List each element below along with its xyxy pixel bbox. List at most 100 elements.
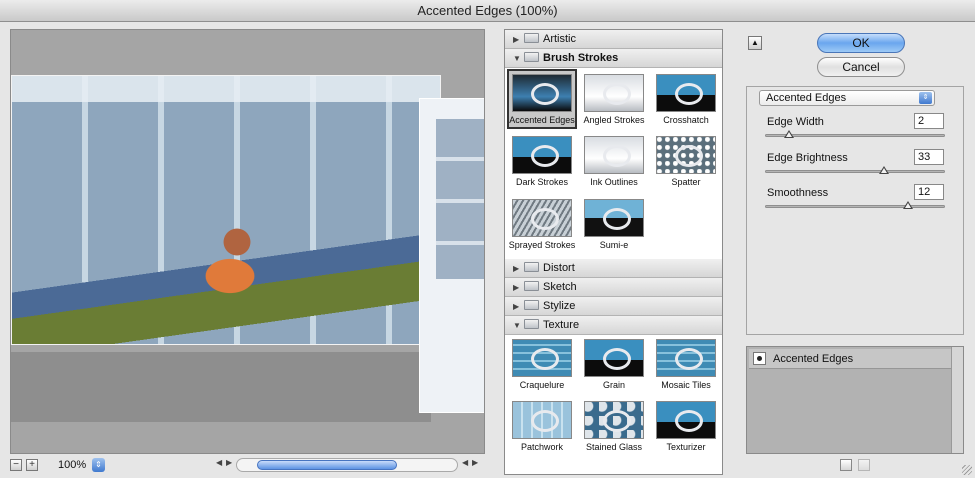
filter-dark-strokes[interactable]: Dark Strokes [507,133,577,193]
preview-status-bar: − + 100% ⇕ ◀ ▶ ◀ ▶ [10,457,485,473]
filter-label: Ink Outlines [590,177,638,187]
cancel-button[interactable]: Cancel [817,57,905,77]
effect-layer-row[interactable]: Accented Edges [749,349,951,369]
preview-background [11,352,431,422]
filter-craquelure[interactable]: Craquelure [507,336,577,396]
scroll-left-icon[interactable]: ◀ [216,458,222,467]
zoom-value: 100% [58,459,87,471]
category-texture[interactable]: ▼ Texture [505,316,722,335]
filter-thumbnail [656,136,716,174]
filter-thumbnail [512,136,572,174]
scroll-left-icon[interactable]: ◀ [462,458,468,467]
category-stylize[interactable]: ▶ Stylize [505,297,722,316]
filter-angled-strokes[interactable]: Angled Strokes [579,71,649,131]
param-edge-brightness: Edge Brightness 33 [765,149,947,189]
category-distort[interactable]: ▶ Distort [505,259,722,278]
filter-thumbnail [512,339,572,377]
filter-sprayed-strokes[interactable]: Sprayed Strokes [507,196,577,256]
param-label: Edge Width [767,116,824,128]
up-down-arrows-icon: ⇕ [919,92,932,104]
filter-texturizer[interactable]: Texturizer [651,398,721,458]
edge-brightness-slider-thumb[interactable] [879,166,890,174]
disclosure-right-icon: ▶ [513,302,520,311]
preview-image[interactable] [11,75,441,345]
filter-sumi-e[interactable]: Sumi-e [579,196,649,256]
filter-accented-edges[interactable]: Accented Edges [507,69,577,129]
folder-icon [524,281,539,291]
filter-thumbnail [656,74,716,112]
category-label: Distort [543,262,575,274]
window-title: Accented Edges (100%) [0,0,975,22]
filter-settings-panel: Accented Edges ⇕ Edge Width 2 Edge Brigh… [746,86,964,335]
filter-thumbnail [512,199,572,237]
ok-button[interactable]: OK [817,33,905,53]
filter-thumbnail [584,401,644,439]
triangle-up-icon: ▲ [751,38,759,47]
horizontal-scrollbar[interactable] [236,458,458,472]
edge-width-field[interactable]: 2 [914,113,944,129]
filter-grain[interactable]: Grain [579,336,649,396]
filter-label: Angled Strokes [583,115,645,125]
scroll-right-icon[interactable]: ▶ [472,458,478,467]
filter-spatter[interactable]: Spatter [651,133,721,193]
effect-layer-label: Accented Edges [773,353,854,365]
filter-mosaic-tiles[interactable]: Mosaic Tiles [651,336,721,396]
filter-label: Grain [602,380,625,390]
zoom-in-button[interactable]: + [26,459,38,471]
filter-gallery-list: ▶ Artistic ▼ Brush Strokes Accented Edges … [504,29,723,475]
resize-grip-icon[interactable] [962,465,972,475]
disclosure-right-icon: ▶ [513,35,520,44]
filter-thumbnail [584,199,644,237]
smoothness-slider-thumb[interactable] [903,201,913,209]
image-preview[interactable] [10,29,485,454]
folder-icon [524,319,539,329]
category-label: Texture [543,319,580,331]
filter-label: Sumi-e [599,240,629,250]
filter-select[interactable]: Accented Edges ⇕ [759,90,935,106]
filter-thumbnail [512,74,572,112]
filter-label: Stained Glass [585,442,643,452]
category-brush-strokes[interactable]: ▼ Brush Strokes [505,49,722,68]
filter-stained-glass[interactable]: Stained Glass [579,398,649,458]
param-smoothness: Smoothness 12 [765,184,947,224]
filter-thumbnail [656,339,716,377]
filter-label: Sprayed Strokes [508,240,576,250]
filter-select-value: Accented Edges [766,92,847,104]
category-label: Artistic [543,33,576,45]
new-effect-layer-button[interactable] [840,459,852,471]
filter-thumbnail [512,401,572,439]
smoothness-slider[interactable] [765,205,945,208]
edge-width-slider-thumb[interactable] [784,130,794,138]
scroll-right-icon[interactable]: ▶ [226,458,232,467]
collapse-gallery-button[interactable]: ▲ [748,36,762,50]
category-artistic[interactable]: ▶ Artistic [505,30,722,49]
filter-patchwork[interactable]: Patchwork [507,398,577,458]
folder-icon [524,300,539,310]
disclosure-right-icon: ▶ [513,264,520,273]
filter-label: Texturizer [666,442,706,452]
edge-brightness-field[interactable]: 33 [914,149,944,165]
zoom-out-button[interactable]: − [10,459,22,471]
edge-brightness-slider[interactable] [765,170,945,173]
filter-label: Craquelure [519,380,565,390]
folder-icon [524,33,539,43]
param-edge-width: Edge Width 2 [765,113,947,153]
zoom-stepper[interactable]: ⇕ [92,458,105,472]
filter-crosshatch[interactable]: Crosshatch [651,71,721,131]
filter-label: Mosaic Tiles [661,380,711,390]
filter-label: Crosshatch [663,115,709,125]
filter-ink-outlines[interactable]: Ink Outlines [579,133,649,193]
filter-label: Dark Strokes [515,177,568,187]
category-label: Stylize [543,300,576,312]
scrollbar-thumb[interactable] [257,460,397,470]
up-down-arrows-icon: ⇕ [95,460,102,469]
smoothness-field[interactable]: 12 [914,184,944,200]
delete-effect-layer-button[interactable] [858,459,870,471]
filter-thumbnail [584,339,644,377]
layers-scrollbar[interactable] [951,347,963,453]
folder-icon [524,262,539,272]
category-sketch[interactable]: ▶ Sketch [505,278,722,297]
eye-icon[interactable] [753,352,766,365]
disclosure-down-icon: ▼ [513,321,521,330]
filter-thumbnail [584,74,644,112]
